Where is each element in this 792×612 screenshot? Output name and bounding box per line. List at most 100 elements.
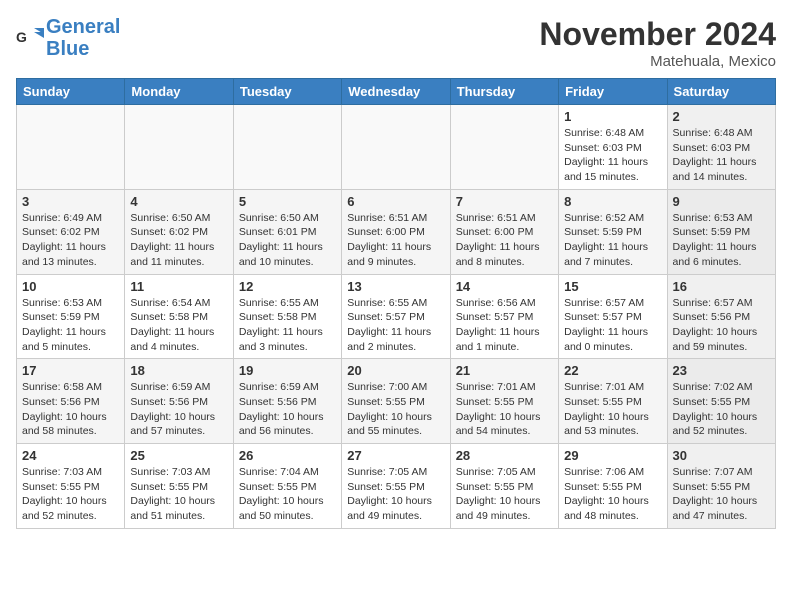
day-number: 29: [564, 448, 661, 463]
day-number: 15: [564, 279, 661, 294]
day-number: 22: [564, 363, 661, 378]
calendar-cell: 5 Sunrise: 6:50 AM Sunset: 6:01 PM Daylig…: [233, 189, 341, 274]
calendar-cell: [17, 105, 125, 190]
day-number: 14: [456, 279, 553, 294]
calendar-cell: 20Sunrise: 7:00 AM Sunset: 5:55 PM Dayli…: [342, 359, 450, 444]
day-info: Sunrise: 7:05 AM Sunset: 5:55 PM Dayligh…: [456, 465, 553, 524]
calendar-cell: 3 Sunrise: 6:49 AM Sunset: 6:02 PM Daylig…: [17, 189, 125, 274]
col-header-sunday: Sunday: [17, 79, 125, 105]
calendar-cell: 21 Sunrise: 7:01 AM Sunset: 5:55 PM Dayli…: [450, 359, 558, 444]
day-info: Sunrise: 6:55 AM Sunset: 5:58 PM Dayligh…: [239, 296, 336, 355]
calendar-cell: [233, 105, 341, 190]
calendar-cell: 18 Sunrise: 6:59 AM Sunset: 5:56 PM Dayli…: [125, 359, 233, 444]
col-header-monday: Monday: [125, 79, 233, 105]
calendar-cell: 10 Sunrise: 6:53 AM Sunset: 5:59 PM Dayli…: [17, 274, 125, 359]
day-number: 18: [130, 363, 227, 378]
day-info: Sunrise: 7:05 AM Sunset: 5:55 PM Dayligh…: [347, 465, 444, 524]
calendar-cell: 13 Sunrise: 6:55 AM Sunset: 5:57 PM Dayli…: [342, 274, 450, 359]
day-info: Sunrise: 6:56 AM Sunset: 5:57 PM Dayligh…: [456, 296, 553, 355]
calendar-cell: 7 Sunrise: 6:51 AM Sunset: 6:00 PM Daylig…: [450, 189, 558, 274]
day-number: 21: [456, 363, 553, 378]
day-info: Sunrise: 6:54 AM Sunset: 5:58 PM Dayligh…: [130, 296, 227, 355]
day-number: 10: [22, 279, 119, 294]
day-info: Sunrise: 7:06 AM Sunset: 5:55 PM Dayligh…: [564, 465, 661, 524]
location-subtitle: Matehuala, Mexico: [539, 53, 776, 70]
day-number: 4: [130, 194, 227, 209]
col-header-saturday: Saturday: [667, 79, 775, 105]
calendar-table: SundayMondayTuesdayWednesdayThursdayFrid…: [16, 78, 776, 529]
day-info: Sunrise: 7:01 AM Sunset: 5:55 PM Dayligh…: [456, 380, 553, 439]
day-info: Sunrise: 6:57 AM Sunset: 5:57 PM Dayligh…: [564, 296, 661, 355]
day-info: Sunrise: 6:59 AM Sunset: 5:56 PM Dayligh…: [130, 380, 227, 439]
calendar-cell: [450, 105, 558, 190]
day-number: 9: [673, 194, 770, 209]
day-number: 6: [347, 194, 444, 209]
svg-text:G: G: [16, 29, 27, 45]
calendar-cell: 1Sunrise: 6:48 AM Sunset: 6:03 PM Daylig…: [559, 105, 667, 190]
calendar-cell: 25 Sunrise: 7:03 AM Sunset: 5:55 PM Dayli…: [125, 444, 233, 529]
day-number: 7: [456, 194, 553, 209]
day-number: 11: [130, 279, 227, 294]
day-info: Sunrise: 7:01 AM Sunset: 5:55 PM Dayligh…: [564, 380, 661, 439]
day-number: 12: [239, 279, 336, 294]
day-info: Sunrise: 6:55 AM Sunset: 5:57 PM Dayligh…: [347, 296, 444, 355]
logo-general: General: [46, 16, 120, 38]
calendar-cell: 26 Sunrise: 7:04 AM Sunset: 5:55 PM Dayli…: [233, 444, 341, 529]
calendar-week-4: 17 Sunrise: 6:58 AM Sunset: 5:56 PM Dayli…: [17, 359, 776, 444]
day-number: 3: [22, 194, 119, 209]
day-info: Sunrise: 6:58 AM Sunset: 5:56 PM Dayligh…: [22, 380, 119, 439]
calendar-week-2: 3 Sunrise: 6:49 AM Sunset: 6:02 PM Daylig…: [17, 189, 776, 274]
day-info: Sunrise: 6:53 AM Sunset: 5:59 PM Dayligh…: [673, 211, 770, 270]
calendar-cell: 12 Sunrise: 6:55 AM Sunset: 5:58 PM Dayli…: [233, 274, 341, 359]
day-info: Sunrise: 7:04 AM Sunset: 5:55 PM Dayligh…: [239, 465, 336, 524]
calendar-cell: 28 Sunrise: 7:05 AM Sunset: 5:55 PM Dayli…: [450, 444, 558, 529]
calendar-week-5: 24 Sunrise: 7:03 AM Sunset: 5:55 PM Dayli…: [17, 444, 776, 529]
page-header: G General Blue November 2024 Matehuala, …: [16, 16, 776, 70]
calendar-cell: [342, 105, 450, 190]
calendar-cell: 29 Sunrise: 7:06 AM Sunset: 5:55 PM Dayli…: [559, 444, 667, 529]
calendar-cell: 24 Sunrise: 7:03 AM Sunset: 5:55 PM Dayli…: [17, 444, 125, 529]
calendar-week-3: 10 Sunrise: 6:53 AM Sunset: 5:59 PM Dayli…: [17, 274, 776, 359]
calendar-cell: 4 Sunrise: 6:50 AM Sunset: 6:02 PM Daylig…: [125, 189, 233, 274]
day-info: Sunrise: 6:50 AM Sunset: 6:01 PM Dayligh…: [239, 211, 336, 270]
day-number: 25: [130, 448, 227, 463]
day-number: 27: [347, 448, 444, 463]
day-number: 8: [564, 194, 661, 209]
day-info: Sunrise: 7:03 AM Sunset: 5:55 PM Dayligh…: [130, 465, 227, 524]
title-block: November 2024 Matehuala, Mexico: [539, 16, 776, 70]
logo-icon: G: [16, 24, 44, 52]
logo: G General Blue: [16, 16, 120, 60]
day-number: 13: [347, 279, 444, 294]
day-number: 17: [22, 363, 119, 378]
day-info: Sunrise: 6:59 AM Sunset: 5:56 PM Dayligh…: [239, 380, 336, 439]
day-info: Sunrise: 6:57 AM Sunset: 5:56 PM Dayligh…: [673, 296, 770, 355]
col-header-tuesday: Tuesday: [233, 79, 341, 105]
calendar-header-row: SundayMondayTuesdayWednesdayThursdayFrid…: [17, 79, 776, 105]
day-info: Sunrise: 6:49 AM Sunset: 6:02 PM Dayligh…: [22, 211, 119, 270]
calendar-cell: 8Sunrise: 6:52 AM Sunset: 5:59 PM Daylig…: [559, 189, 667, 274]
day-number: 24: [22, 448, 119, 463]
calendar-cell: 22 Sunrise: 7:01 AM Sunset: 5:55 PM Dayli…: [559, 359, 667, 444]
day-number: 28: [456, 448, 553, 463]
col-header-friday: Friday: [559, 79, 667, 105]
calendar-cell: 19 Sunrise: 6:59 AM Sunset: 5:56 PM Dayli…: [233, 359, 341, 444]
calendar-cell: 2Sunrise: 6:48 AM Sunset: 6:03 PM Daylig…: [667, 105, 775, 190]
col-header-thursday: Thursday: [450, 79, 558, 105]
day-info: Sunrise: 6:51 AM Sunset: 6:00 PM Dayligh…: [456, 211, 553, 270]
day-info: Sunrise: 6:53 AM Sunset: 5:59 PM Dayligh…: [22, 296, 119, 355]
day-info: Sunrise: 6:51 AM Sunset: 6:00 PM Dayligh…: [347, 211, 444, 270]
day-info: Sunrise: 7:03 AM Sunset: 5:55 PM Dayligh…: [22, 465, 119, 524]
day-number: 26: [239, 448, 336, 463]
calendar-cell: 14 Sunrise: 6:56 AM Sunset: 5:57 PM Dayli…: [450, 274, 558, 359]
calendar-week-1: 1Sunrise: 6:48 AM Sunset: 6:03 PM Daylig…: [17, 105, 776, 190]
day-number: 16: [673, 279, 770, 294]
day-info: Sunrise: 6:48 AM Sunset: 6:03 PM Dayligh…: [564, 126, 661, 185]
calendar-cell: 30Sunrise: 7:07 AM Sunset: 5:55 PM Dayli…: [667, 444, 775, 529]
day-number: 19: [239, 363, 336, 378]
calendar-cell: [125, 105, 233, 190]
day-number: 23: [673, 363, 770, 378]
month-title: November 2024: [539, 16, 776, 53]
day-number: 20: [347, 363, 444, 378]
day-info: Sunrise: 6:50 AM Sunset: 6:02 PM Dayligh…: [130, 211, 227, 270]
day-number: 5: [239, 194, 336, 209]
